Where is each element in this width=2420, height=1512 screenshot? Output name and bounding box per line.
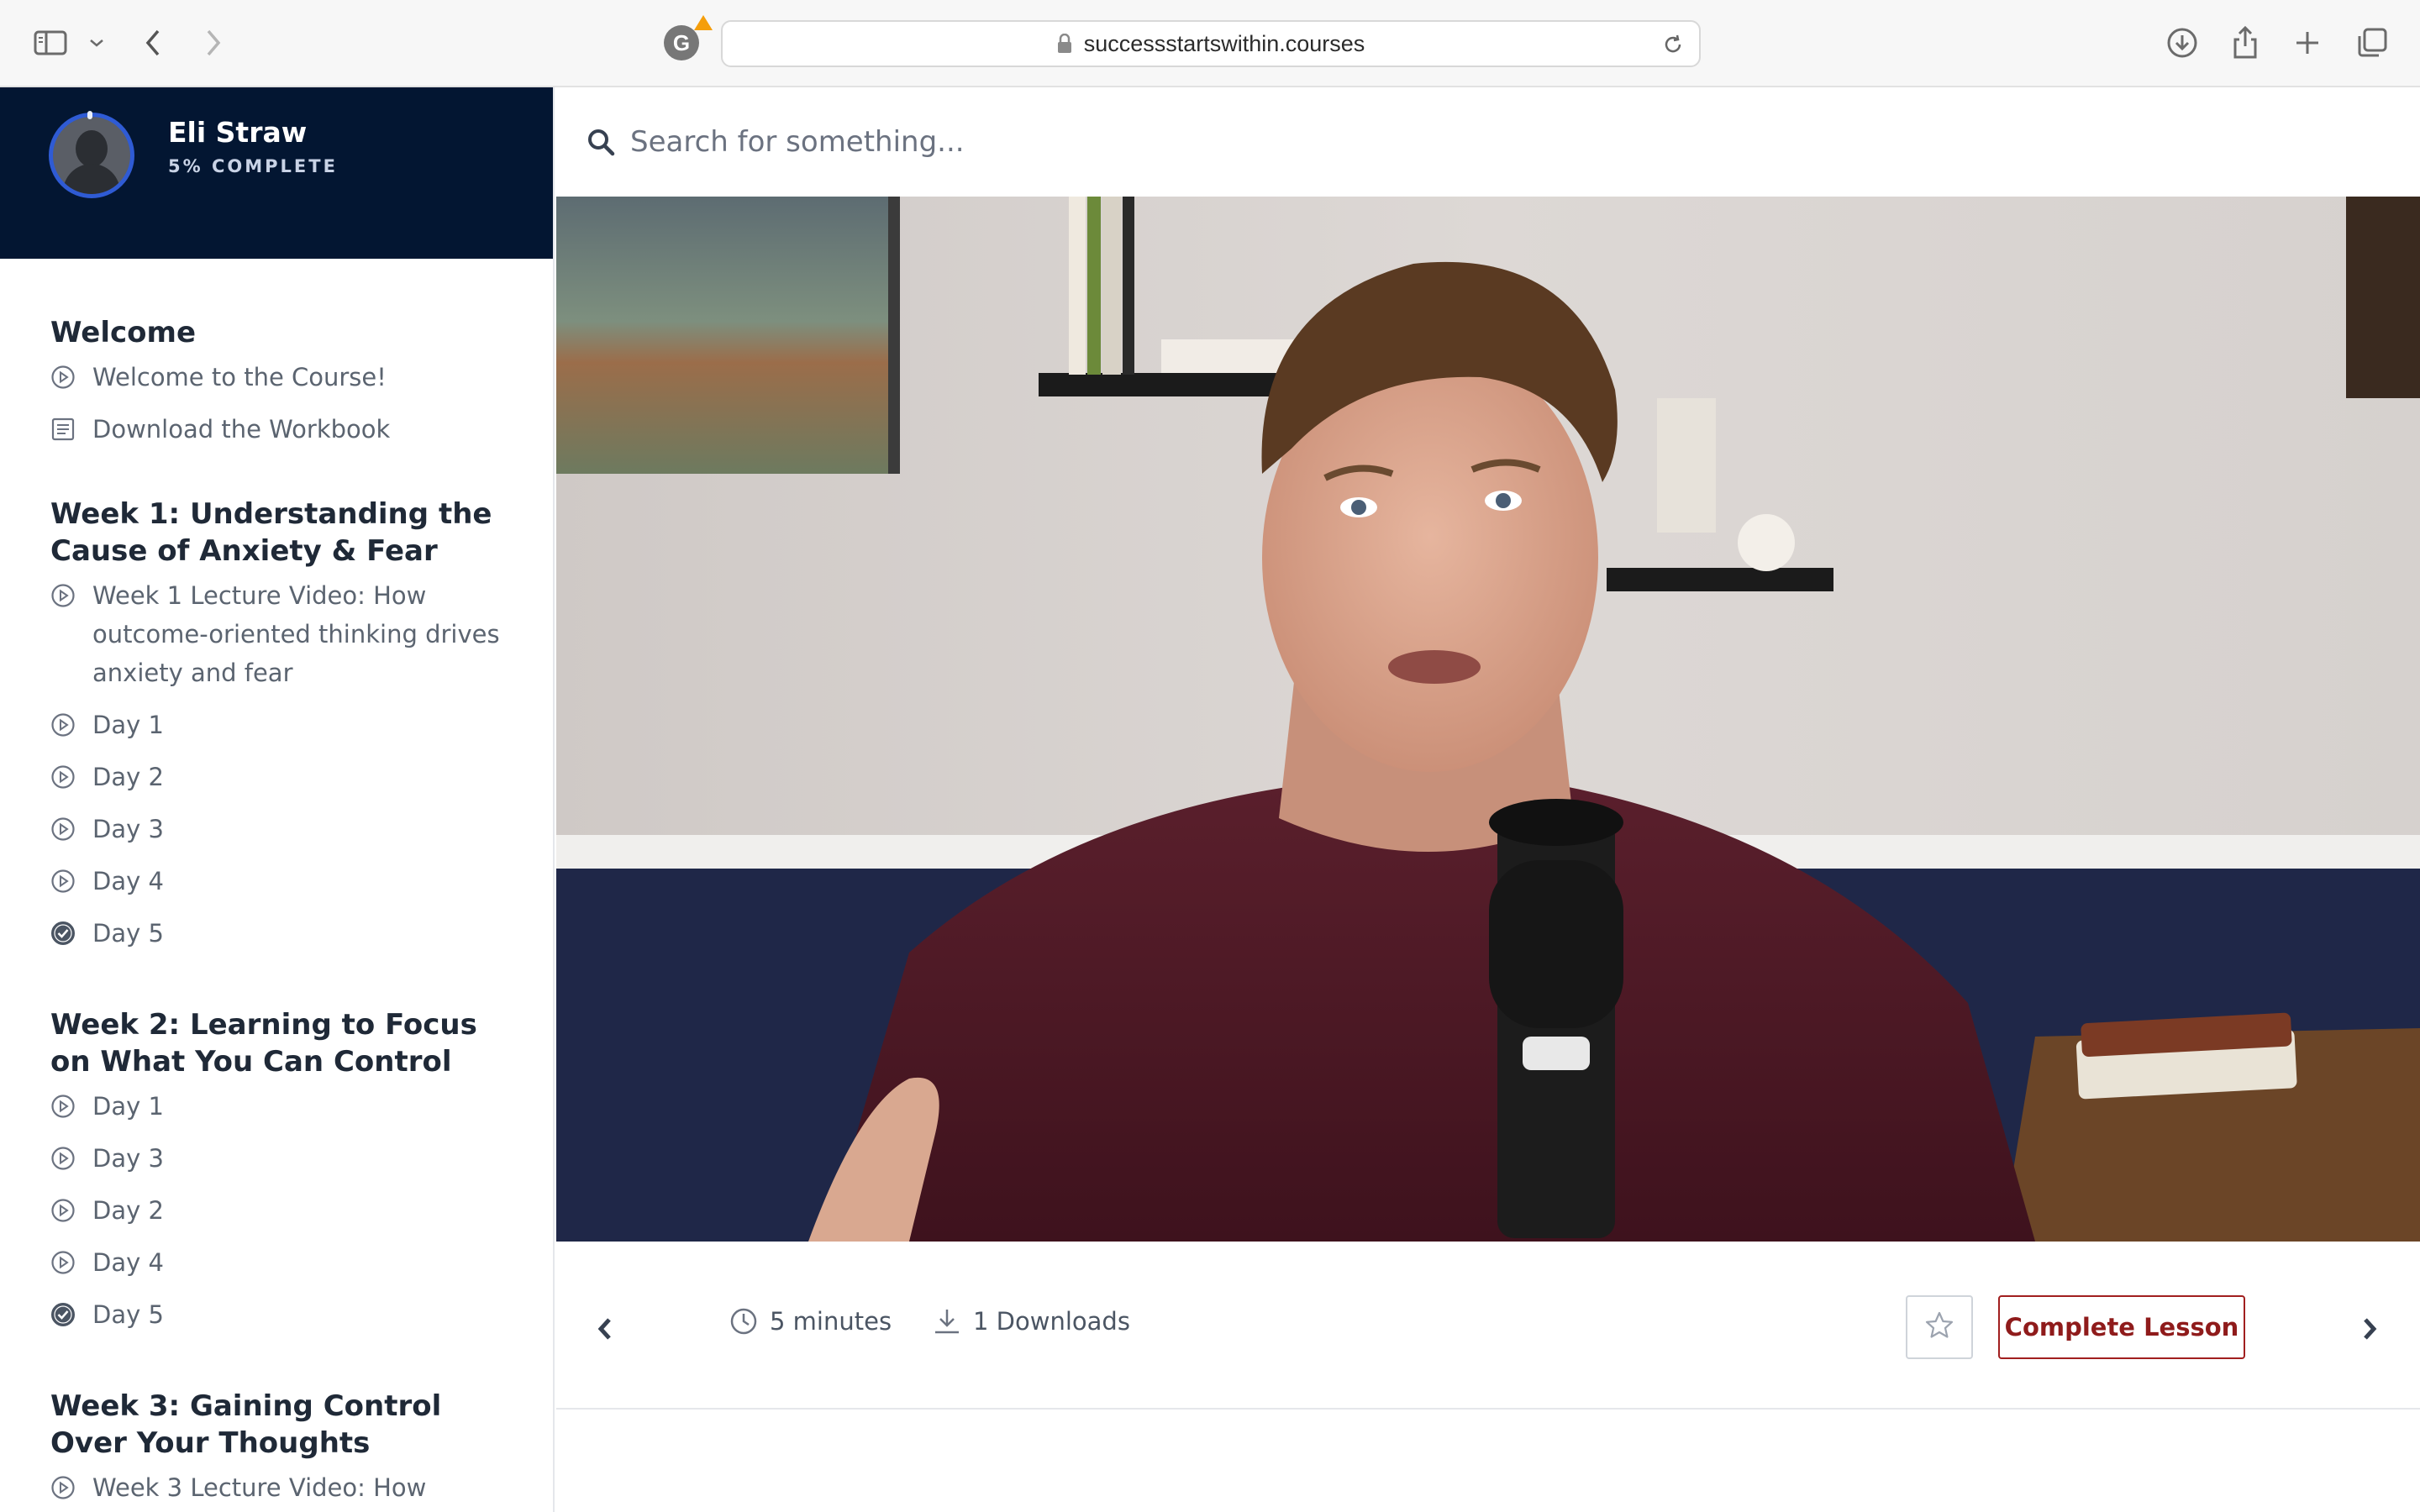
profile-header: Eli Straw 5% COMPLETE xyxy=(0,87,553,259)
clock-icon xyxy=(729,1307,758,1336)
warning-badge-icon xyxy=(694,15,713,30)
course-sidebar: Eli Straw 5% COMPLETE Welcome Welcome to… xyxy=(0,87,555,1512)
section-title: Week 3: Gaining Control Over Your Though… xyxy=(50,1389,442,1460)
lesson-label: Day 1 xyxy=(92,1092,164,1121)
check-circle-icon xyxy=(50,914,92,953)
play-circle-icon xyxy=(50,758,92,796)
lesson-label: Day 5 xyxy=(92,1300,164,1329)
play-circle-icon xyxy=(50,1468,92,1507)
check-circle-icon xyxy=(50,1295,92,1334)
lesson-downloads[interactable]: 1 Downloads xyxy=(933,1307,1130,1336)
lesson-controls-bar: 5 minutes 1 Downloads Complete Lesson xyxy=(556,1242,2420,1410)
section-title: Welcome xyxy=(50,316,197,349)
lesson-item[interactable]: Day 5 xyxy=(50,1295,519,1334)
video-frame xyxy=(556,197,2420,1242)
lesson-label: Download the Workbook xyxy=(92,415,391,444)
play-circle-icon xyxy=(50,862,92,900)
avatar xyxy=(49,113,134,198)
back-arrow-icon[interactable] xyxy=(143,24,163,62)
search-icon xyxy=(587,128,615,156)
section-title: Week 2: Learning to Focus on What You Ca… xyxy=(50,1008,477,1079)
lesson-label: Day 2 xyxy=(92,1196,164,1225)
lesson-item[interactable]: Day 4 xyxy=(50,862,519,900)
play-circle-icon xyxy=(50,810,92,848)
lesson-item[interactable]: Day 1 xyxy=(50,1087,519,1126)
share-icon[interactable] xyxy=(2232,24,2259,62)
lesson-item[interactable]: Welcome to the Course! xyxy=(50,358,519,396)
lesson-item[interactable]: Day 2 xyxy=(50,1191,519,1230)
lesson-label: Day 2 xyxy=(92,763,164,791)
new-tab-icon[interactable] xyxy=(2294,24,2321,62)
next-lesson-arrow-icon[interactable] xyxy=(2353,1312,2386,1346)
lesson-item[interactable]: Day 2 xyxy=(50,758,519,796)
play-circle-icon xyxy=(50,1139,92,1178)
lesson-label: Day 4 xyxy=(92,867,164,895)
lesson-label: Day 5 xyxy=(92,919,164,948)
lesson-item[interactable]: Day 1 xyxy=(50,706,519,744)
lesson-video-player[interactable] xyxy=(556,197,2420,1242)
lesson-item[interactable]: Week 1 Lecture Video: How outcome-orient… xyxy=(50,576,519,692)
lesson-label: Day 3 xyxy=(92,1144,164,1173)
lesson-item[interactable]: Day 4 xyxy=(50,1243,519,1282)
document-icon xyxy=(50,410,92,449)
favorite-button[interactable] xyxy=(1906,1295,1973,1359)
section-week-1: Week 1: Understanding the Cause of Anxie… xyxy=(0,496,553,953)
search-bar xyxy=(556,87,2420,197)
play-circle-icon xyxy=(50,1243,92,1282)
lesson-item[interactable]: Day 5 xyxy=(50,914,519,953)
lesson-item[interactable]: Day 3 xyxy=(50,1139,519,1178)
downloads-label: 1 Downloads xyxy=(973,1307,1130,1336)
reload-icon[interactable] xyxy=(1662,34,1684,61)
section-welcome: Welcome Welcome to the Course! Download … xyxy=(0,314,553,449)
lesson-label: Week 3 Lecture Video: How thoughts drive xyxy=(92,1473,427,1502)
lesson-item[interactable]: Download the Workbook xyxy=(50,410,519,449)
grammarly-extension-icon[interactable]: G xyxy=(664,25,699,60)
lesson-label: Day 1 xyxy=(92,711,164,739)
download-icon xyxy=(933,1307,961,1336)
play-circle-icon xyxy=(50,576,92,615)
section-week-3: Week 3: Gaining Control Over Your Though… xyxy=(0,1388,553,1512)
play-circle-icon xyxy=(50,1191,92,1230)
profile-name: Eli Straw xyxy=(168,116,308,149)
progress-ring-indicator xyxy=(87,111,92,119)
play-circle-icon xyxy=(50,706,92,744)
complete-lesson-button[interactable]: Complete Lesson xyxy=(1998,1295,2245,1359)
duration-label: 5 minutes xyxy=(770,1307,892,1336)
progress-label: 5% COMPLETE xyxy=(168,156,338,176)
section-title: Week 1: Understanding the Cause of Anxie… xyxy=(50,497,492,568)
lesson-label: Day 3 xyxy=(92,815,164,843)
star-icon xyxy=(1924,1310,1954,1344)
section-week-2: Week 2: Learning to Focus on What You Ca… xyxy=(0,1006,553,1334)
lesson-label: Welcome to the Course! xyxy=(92,363,387,391)
lesson-item[interactable]: Week 3 Lecture Video: How thoughts drive xyxy=(50,1468,519,1512)
browser-toolbar: G successstartswithin.courses xyxy=(0,0,2420,87)
sidebar-toggle-icon[interactable] xyxy=(34,24,67,62)
previous-lesson-arrow-icon[interactable] xyxy=(588,1312,622,1346)
forward-arrow-icon[interactable] xyxy=(203,24,224,62)
play-circle-icon xyxy=(50,358,92,396)
tab-overview-icon[interactable] xyxy=(2356,24,2388,62)
lesson-label: Week 1 Lecture Video: How outcome-orient… xyxy=(92,581,500,687)
lesson-item[interactable]: Day 3 xyxy=(50,810,519,848)
address-bar[interactable]: successstartswithin.courses xyxy=(721,20,1701,67)
lesson-duration: 5 minutes xyxy=(729,1307,892,1336)
play-circle-icon xyxy=(50,1087,92,1126)
downloads-icon[interactable] xyxy=(2166,24,2198,62)
lock-icon xyxy=(1057,34,1072,54)
search-input[interactable] xyxy=(630,125,1639,159)
lesson-label: Day 4 xyxy=(92,1248,164,1277)
url-text: successstartswithin.courses xyxy=(1083,30,1365,56)
chevron-down-icon[interactable] xyxy=(89,24,104,62)
